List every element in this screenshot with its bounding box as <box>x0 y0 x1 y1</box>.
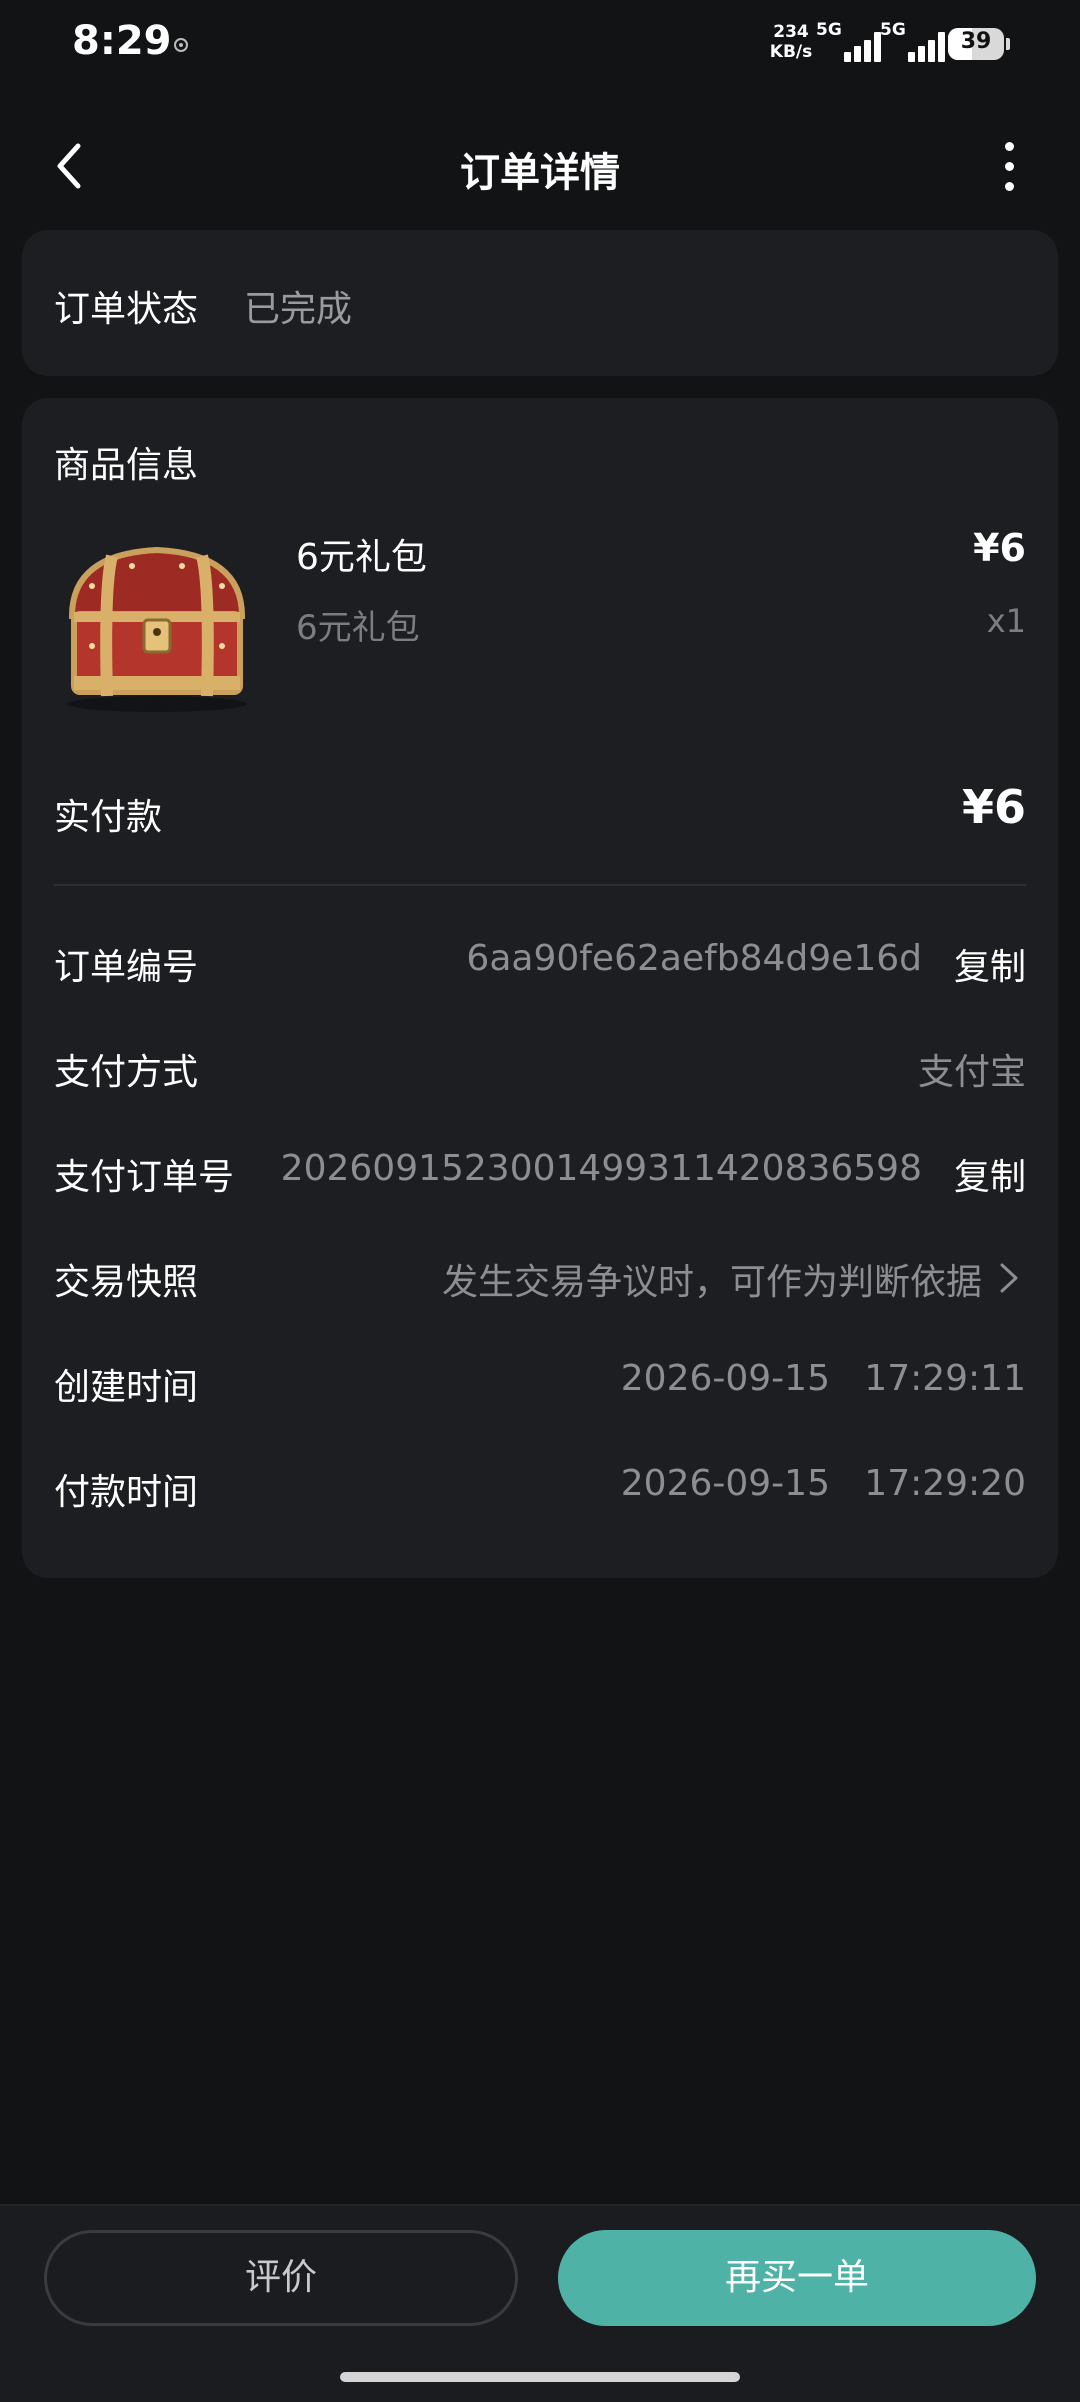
battery-icon: 39 <box>948 28 1004 60</box>
sim2-network-label: 5G <box>880 20 906 40</box>
payment-method-label: 支付方式 <box>54 1052 199 1093</box>
network-speed-unit: KB/s <box>769 42 813 62</box>
product-quantity: x1 <box>986 602 1026 640</box>
chevron-right-icon <box>1000 1263 1018 1293</box>
trade-snapshot-row[interactable]: 交易快照 发生交易争议时，可作为判断依据 <box>54 1245 1026 1305</box>
bottom-action-bar: 评价 再买一单 <box>0 2204 1080 2402</box>
product-section-title: 商品信息 <box>54 445 199 486</box>
payment-time-row: 付款时间 2026-09-15 17:29:20 <box>54 1455 1026 1515</box>
sim1-network-label: 5G <box>816 20 842 40</box>
payment-method-value: 支付宝 <box>917 1052 1026 1093</box>
trade-snapshot-label: 交易快照 <box>54 1262 199 1303</box>
network-speed-value: 234 <box>773 22 809 42</box>
paid-amount-label: 实付款 <box>54 797 163 838</box>
buy-again-button[interactable]: 再买一单 <box>558 2230 1036 2326</box>
treasure-chest-image[interactable] <box>52 526 262 716</box>
product-subtitle: 6元礼包 <box>296 608 420 648</box>
created-time-row: 创建时间 2026-09-15 17:29:11 <box>54 1350 1026 1410</box>
created-time-label: 创建时间 <box>54 1367 199 1408</box>
payment-method-row: 支付方式 支付宝 <box>54 1035 1026 1095</box>
battery-level: 39 <box>960 29 992 54</box>
order-status-card: 订单状态 已完成 <box>22 230 1058 376</box>
order-number-value: 6aa90fe62aefb84d9e16d <box>466 938 922 979</box>
review-button[interactable]: 评价 <box>44 2230 518 2326</box>
status-bar: 8:29 234 KB/s 5G 5G 39 <box>0 0 1080 90</box>
order-info-card: 商品信息 6元礼包 6元礼包 ¥6 x1 实付款 ¥6 订单编号 6aa90fe… <box>22 398 1058 1578</box>
network-speed: 234 KB/s <box>766 22 816 62</box>
order-number-label: 订单编号 <box>54 947 199 988</box>
divider <box>54 884 1026 886</box>
status-time: 8:29 <box>72 18 172 64</box>
payment-order-value: 2026091523001499311420836598 <box>280 1148 922 1189</box>
signal-sim1: 5G <box>816 20 881 64</box>
page-title: 订单详情 <box>460 150 620 196</box>
created-time-value: 2026-09-15 17:29:11 <box>620 1358 1026 1399</box>
order-status-value: 已完成 <box>244 289 353 330</box>
order-number-row: 订单编号 6aa90fe62aefb84d9e16d 复制 <box>54 930 1026 990</box>
app-header: 订单详情 <box>0 120 1080 212</box>
paid-amount-value: ¥6 <box>961 780 1026 834</box>
payment-order-row: 支付订单号 2026091523001499311420836598 复制 <box>54 1140 1026 1200</box>
copy-order-number-button[interactable]: 复制 <box>954 938 1026 990</box>
product-price: ¥6 <box>973 526 1026 570</box>
battery-tip <box>1006 38 1010 50</box>
nfc-icon <box>174 38 188 52</box>
home-indicator[interactable] <box>340 2372 740 2382</box>
more-options-icon[interactable] <box>990 140 1030 192</box>
payment-time-value: 2026-09-15 17:29:20 <box>620 1463 1026 1504</box>
payment-time-label: 付款时间 <box>54 1472 199 1513</box>
product-name[interactable]: 6元礼包 <box>296 528 427 580</box>
payment-order-label: 支付订单号 <box>54 1157 235 1198</box>
signal-sim2: 5G <box>880 20 945 64</box>
trade-snapshot-value: 发生交易争议时，可作为判断依据 <box>441 1262 982 1303</box>
copy-payment-order-button[interactable]: 复制 <box>954 1148 1026 1200</box>
order-status-label: 订单状态 <box>54 289 199 330</box>
